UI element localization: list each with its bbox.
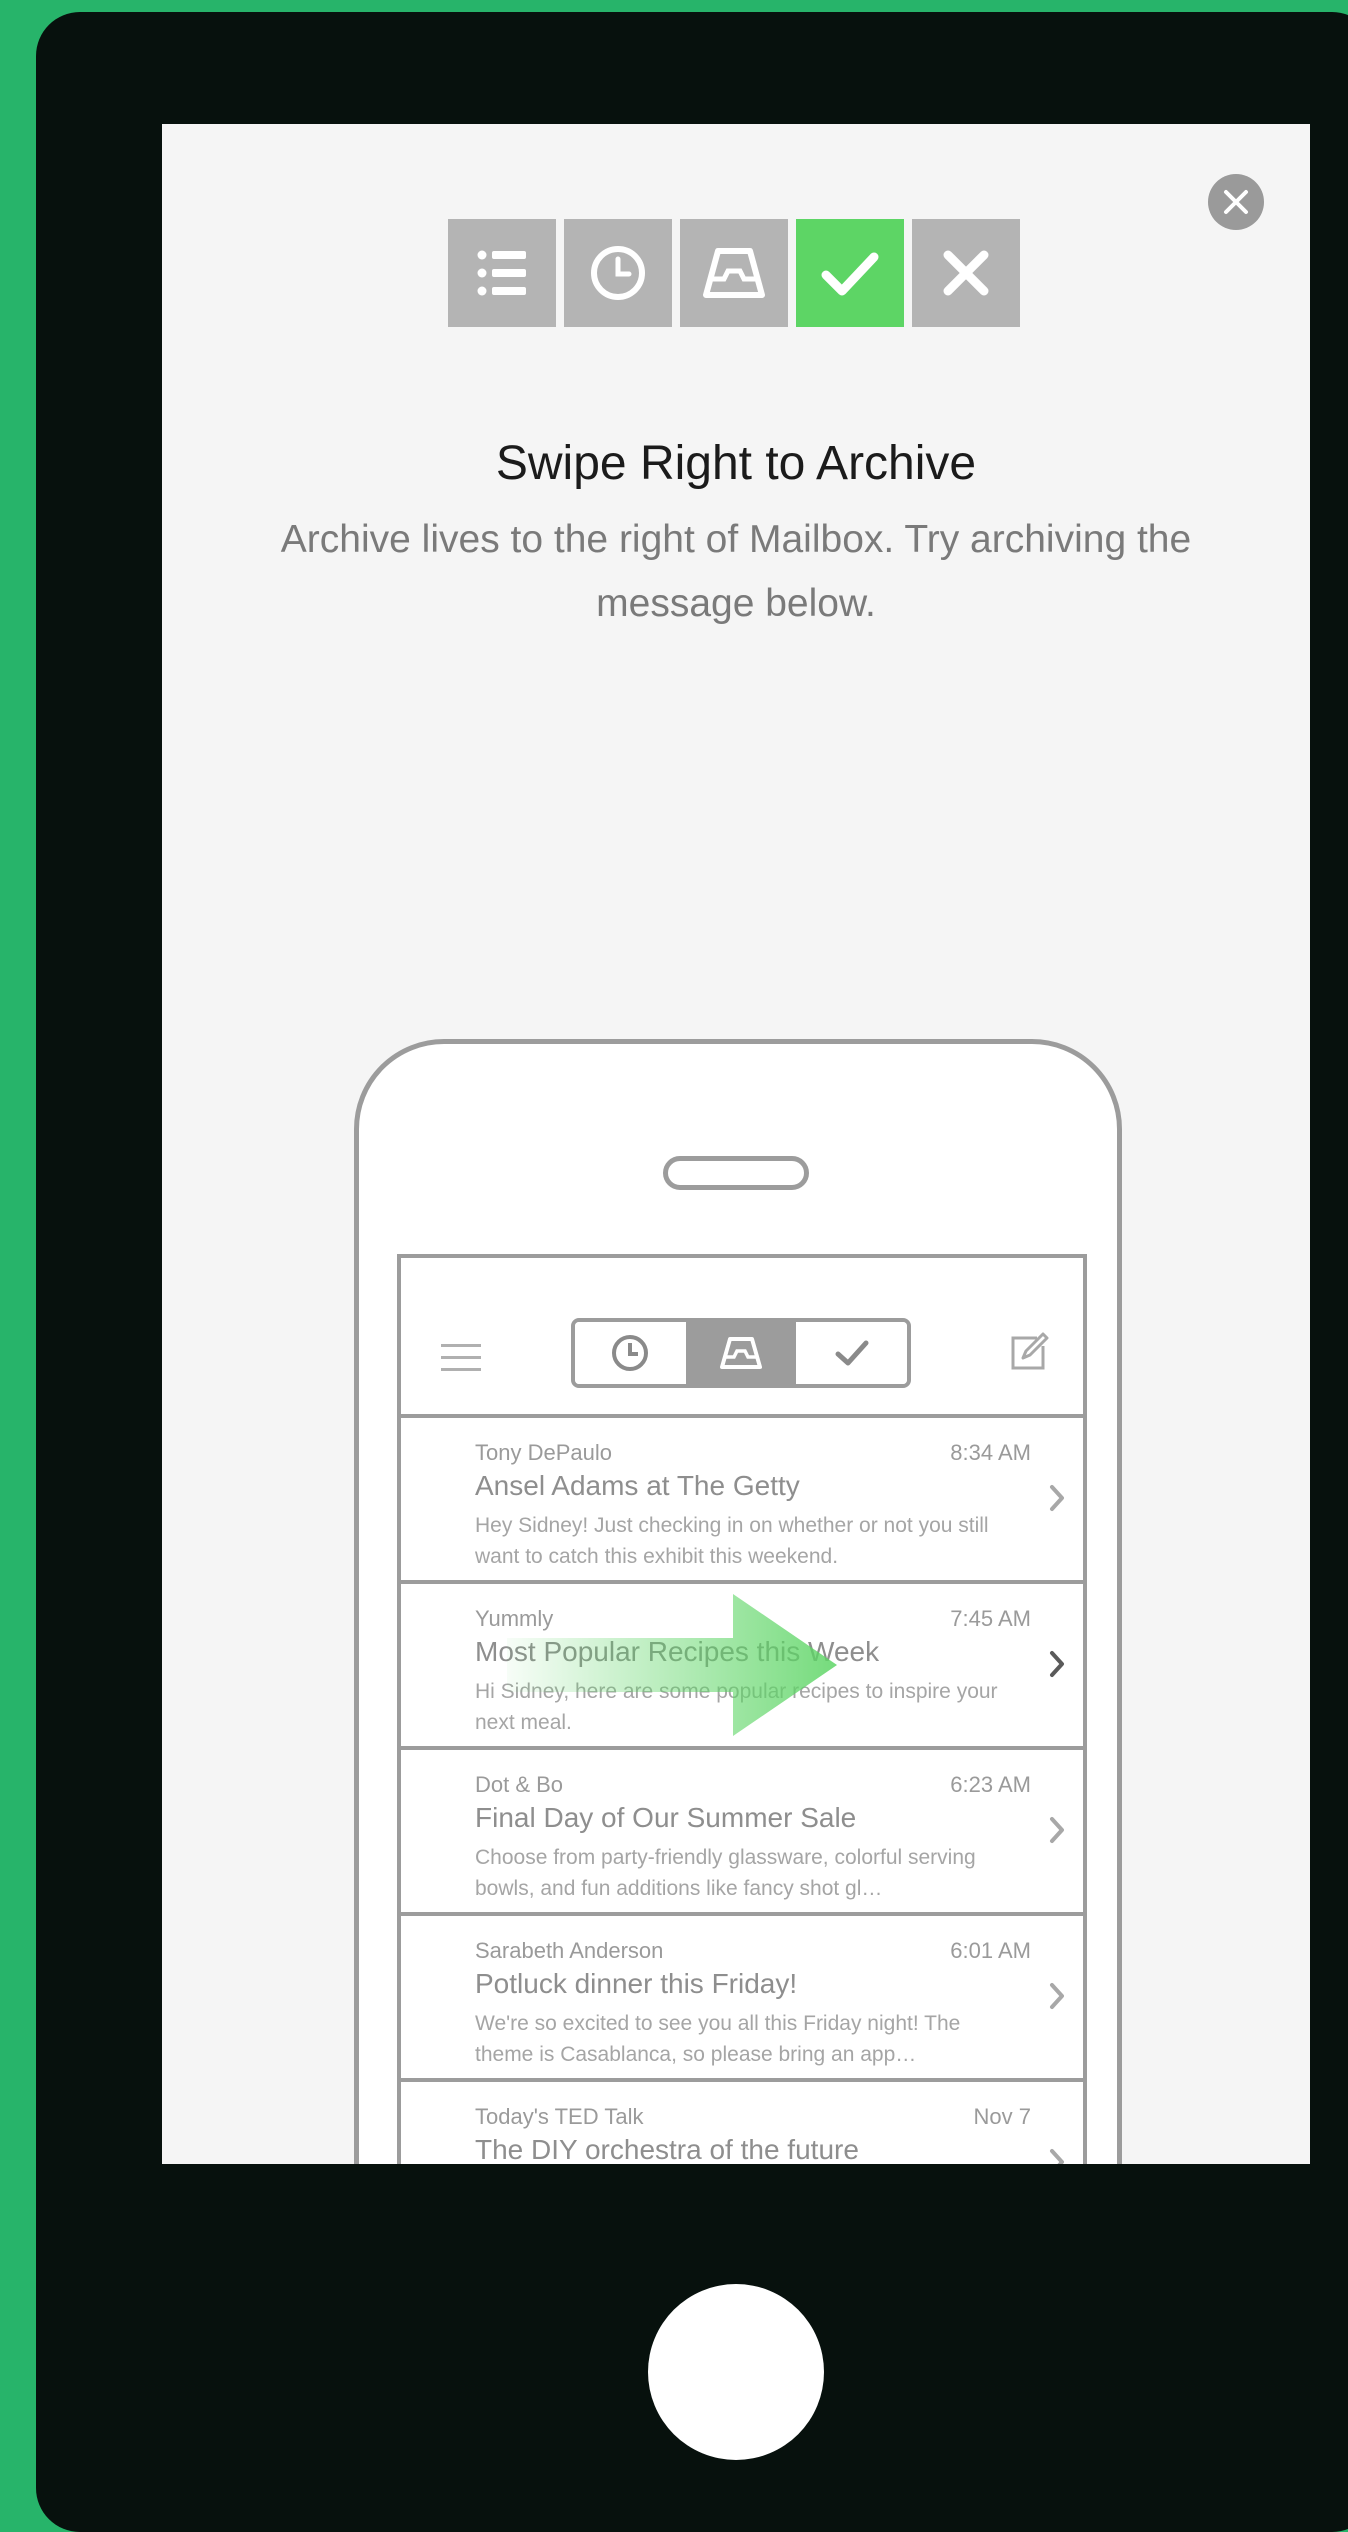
onboarding-subtitle: Archive lives to the right of Mailbox. T… — [280, 518, 1192, 625]
inbox-tray-icon — [720, 1337, 762, 1369]
message-subject: Most Popular Recipes this Week — [475, 1636, 880, 1667]
x-icon — [943, 250, 989, 296]
check-icon — [835, 1340, 869, 1366]
home-button[interactable] — [648, 2284, 824, 2460]
message-time: 6:01 AM — [950, 1938, 1031, 1963]
message-time: 6:23 AM — [950, 1772, 1031, 1797]
inbox-action-button[interactable] — [680, 219, 788, 327]
message-row[interactable]: Tony DePaulo 8:34 AM Ansel Adams at The … — [401, 1418, 1083, 1584]
chevron-right-icon — [1050, 1983, 1064, 2009]
phone-screen: Tony DePaulo 8:34 AM Ansel Adams at The … — [397, 1254, 1087, 2164]
mailbox-segment-control — [571, 1318, 911, 1388]
message-preview: Hi Sidney, here are some popular recipes… — [475, 1680, 998, 1734]
message-time: 8:34 AM — [950, 1440, 1031, 1465]
inner-nav-bar — [401, 1258, 1083, 1418]
phone-illustration: Tony DePaulo 8:34 AM Ansel Adams at The … — [354, 1039, 1122, 2164]
onboarding-title: Swipe Right to Archive — [495, 437, 977, 490]
onboarding-screen: Swipe Right to Archive Archive lives to … — [162, 124, 1310, 2164]
segment-archive[interactable] — [796, 1322, 907, 1384]
swipe-action-bar — [448, 219, 1020, 327]
message-row-demo[interactable]: Yummly 7:45 AM Most Popular Recipes this… — [401, 1584, 1083, 1750]
close-icon — [1224, 190, 1248, 214]
message-list: Tony DePaulo 8:34 AM Ansel Adams at The … — [401, 1418, 1083, 2164]
list-action-button[interactable] — [448, 219, 556, 327]
message-subject: Final Day of Our Summer Sale — [475, 1802, 857, 1833]
message-row[interactable]: Dot & Bo 6:23 AM Final Day of Our Summer… — [401, 1750, 1083, 1916]
message-time: Nov 7 — [973, 2104, 1031, 2129]
close-button[interactable] — [1208, 174, 1264, 230]
chevron-right-icon — [1050, 1651, 1064, 1677]
segment-later[interactable] — [575, 1322, 686, 1384]
clock-icon — [612, 1335, 649, 1371]
message-sender: Today's TED Talk — [475, 2104, 644, 2129]
message-sender: Sarabeth Anderson — [475, 1938, 664, 1963]
message-sender: Yummly — [475, 1606, 554, 1631]
clock-icon — [591, 246, 645, 300]
message-row[interactable]: Today's TED Talk Nov 7 The DIY orchestra… — [401, 2082, 1083, 2164]
chevron-right-icon — [1050, 1817, 1064, 1843]
tablet-frame: Swipe Right to Archive Archive lives to … — [36, 12, 1348, 2532]
message-preview: Choose from party-friendly glassware, co… — [475, 1846, 976, 1900]
snooze-action-button[interactable] — [564, 219, 672, 327]
compose-icon[interactable] — [1007, 1332, 1049, 1374]
message-row[interactable]: Sarabeth Anderson 6:01 AM Potluck dinner… — [401, 1916, 1083, 2082]
chevron-right-icon — [1050, 1485, 1064, 1511]
message-time: 7:45 AM — [950, 1606, 1031, 1631]
message-sender: Dot & Bo — [475, 1772, 564, 1797]
message-subject: Ansel Adams at The Getty — [475, 1470, 800, 1501]
message-preview: We're so excited to see you all this Fri… — [475, 2012, 961, 2066]
message-subject: The DIY orchestra of the future — [475, 2134, 859, 2164]
message-preview: Hey Sidney! Just checking in on whether … — [475, 1514, 989, 1568]
archive-action-button[interactable] — [796, 219, 904, 327]
list-icon — [477, 250, 526, 296]
delete-action-button[interactable] — [912, 219, 1020, 327]
hamburger-icon[interactable] — [441, 1344, 481, 1372]
chevron-right-icon — [1050, 2149, 1064, 2164]
phone-speaker — [663, 1156, 809, 1190]
check-icon — [821, 252, 879, 296]
message-subject: Potluck dinner this Friday! — [475, 1968, 798, 1999]
message-sender: Tony DePaulo — [475, 1440, 612, 1465]
segment-inbox[interactable] — [685, 1322, 797, 1384]
inbox-tray-icon — [703, 248, 765, 298]
